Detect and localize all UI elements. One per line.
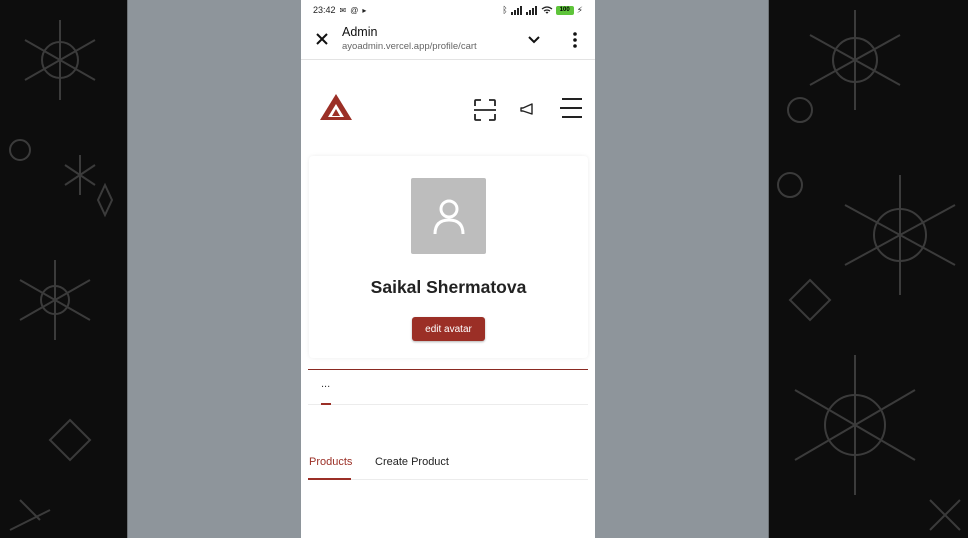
phone-screen: 23:42 ✉ @ ▸ ᛒ 100 ⚡ Admin ayoadmin.verce… xyxy=(301,0,595,538)
section-divider xyxy=(308,369,588,370)
subtab-overflow[interactable]: ... xyxy=(321,378,330,390)
bluetooth-icon: ᛒ xyxy=(502,5,508,15)
browser-header: Admin ayoadmin.vercel.app/profile/cart xyxy=(301,20,595,60)
browser-title: Admin xyxy=(342,25,378,39)
edit-avatar-button[interactable]: edit avatar xyxy=(412,317,485,341)
signal-icon xyxy=(510,5,522,15)
battery-icon: 100 xyxy=(555,5,574,15)
announcement-icon[interactable] xyxy=(520,102,534,116)
active-tab-indicator xyxy=(308,478,351,480)
mail-icon: ✉ xyxy=(339,5,347,15)
product-tabs: Products Create Product xyxy=(308,450,588,480)
tab-create-product[interactable]: Create Product xyxy=(375,456,449,468)
notification-icons: ✉ @ ▸ xyxy=(340,6,367,15)
chevron-down-icon[interactable] xyxy=(526,32,542,48)
scan-icon[interactable] xyxy=(473,98,497,122)
brand-logo[interactable] xyxy=(319,93,353,121)
browser-url: ayoadmin.vercel.app/profile/cart xyxy=(342,41,477,52)
close-icon[interactable] xyxy=(314,31,330,47)
tab-products[interactable]: Products xyxy=(309,456,352,468)
hamburger-menu-icon[interactable] xyxy=(559,97,583,119)
charging-icon: ⚡ xyxy=(576,4,583,15)
status-right-icons: ᛒ 100 ⚡ xyxy=(502,5,583,16)
play-icon: ▸ xyxy=(362,5,367,15)
profile-name: Saikal Shermatova xyxy=(370,277,527,297)
more-vert-icon[interactable] xyxy=(569,31,581,49)
profile-card: Saikal Shermatova edit avatar xyxy=(309,156,588,358)
signal-icon-2 xyxy=(525,5,537,15)
user-icon xyxy=(433,199,464,235)
at-icon: @ xyxy=(350,5,359,15)
status-bar: 23:42 ✉ @ ▸ ᛒ 100 ⚡ xyxy=(301,0,595,20)
avatar[interactable] xyxy=(411,178,486,254)
wifi-icon xyxy=(541,5,553,13)
subtab-baseline xyxy=(308,404,588,405)
subtab-indicator xyxy=(321,403,331,405)
status-time: 23:42 xyxy=(313,5,336,15)
